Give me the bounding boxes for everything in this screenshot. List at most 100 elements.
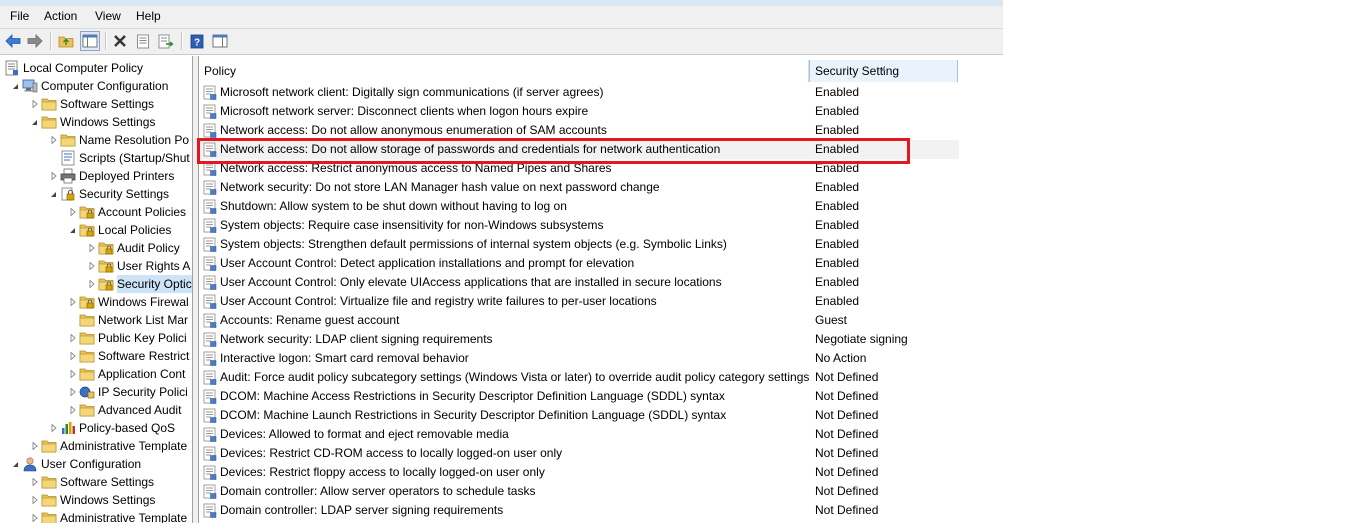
tree-item[interactable]: User Rights A (0, 257, 192, 275)
collapsed-arrow-icon[interactable] (68, 293, 77, 311)
tree-item[interactable]: Security Optic (0, 275, 192, 293)
policy-row[interactable]: Shutdown: Allow system to be shut down w… (199, 197, 959, 216)
policy-row[interactable]: Devices: Allowed to format and eject rem… (199, 425, 959, 444)
policy-row[interactable]: User Account Control: Only elevate UIAcc… (199, 273, 959, 292)
tree-item[interactable]: Local Computer Policy (0, 59, 192, 77)
tree-item[interactable]: Administrative Template (0, 509, 192, 523)
policy-row[interactable]: Devices: Restrict floppy access to local… (199, 463, 959, 482)
folder-icon (41, 438, 57, 454)
collapsed-arrow-icon[interactable] (30, 491, 39, 509)
tree-item[interactable]: Deployed Printers (0, 167, 192, 185)
tree-item-label: User Configuration (41, 457, 142, 471)
tree-item[interactable]: Windows Settings (0, 113, 192, 131)
delete-icon[interactable] (111, 32, 129, 50)
column-header-security-setting[interactable]: ▲ Security Setting (809, 60, 958, 82)
policy-row[interactable]: Interactive logon: Smart card removal be… (199, 349, 959, 368)
menu-view[interactable]: View (93, 9, 123, 23)
folder-icon (41, 492, 57, 508)
policy-row[interactable]: DCOM: Machine Access Restrictions in Sec… (199, 387, 959, 406)
tree-item[interactable]: Computer Configuration (0, 77, 192, 95)
toolbar-separator (50, 32, 52, 50)
collapsed-arrow-icon[interactable] (49, 167, 58, 185)
policy-row[interactable]: Microsoft network client: Digitally sign… (199, 83, 959, 102)
menu-help[interactable]: Help (134, 9, 163, 23)
expanded-arrow-icon[interactable] (11, 77, 20, 95)
properties-icon[interactable] (134, 32, 152, 50)
forward-arrow-icon[interactable] (26, 32, 44, 50)
tree-item[interactable]: Windows Settings (0, 491, 192, 509)
collapsed-arrow-icon[interactable] (68, 365, 77, 383)
back-arrow-icon[interactable] (4, 32, 22, 50)
expanded-arrow-icon[interactable] (11, 455, 20, 473)
tree-item[interactable]: User Configuration (0, 455, 192, 473)
security-setting-value: Enabled (815, 85, 860, 99)
up-folder-icon[interactable] (57, 32, 75, 50)
tree-item[interactable]: Name Resolution Po (0, 131, 192, 149)
tree-item[interactable]: Scripts (Startup/Shut (0, 149, 192, 167)
policy-row[interactable]: Domain controller: LDAP server signing r… (199, 501, 959, 520)
collapsed-arrow-icon[interactable] (87, 239, 96, 257)
tree-item[interactable]: Audit Policy (0, 239, 192, 257)
tree-item[interactable]: Advanced Audit (0, 401, 192, 419)
collapsed-arrow-icon[interactable] (30, 437, 39, 455)
policy-row[interactable]: User Account Control: Detect application… (199, 254, 959, 273)
tree-item[interactable]: IP Security Polici (0, 383, 192, 401)
policy-row[interactable]: DCOM: Machine Launch Restrictions in Sec… (199, 406, 959, 425)
show-hide-tree-icon[interactable] (80, 31, 100, 51)
policy-row[interactable]: Network access: Do not allow anonymous e… (199, 121, 959, 140)
tree-item[interactable]: Software Settings (0, 473, 192, 491)
tree-item[interactable]: Local Policies (0, 221, 192, 239)
policy-row[interactable]: Audit: Force audit policy subcategory se… (199, 368, 959, 387)
policy-row[interactable]: Network access: Restrict anonymous acces… (199, 159, 959, 178)
column-header-policy[interactable]: Policy (199, 60, 809, 82)
collapsed-arrow-icon[interactable] (30, 509, 39, 523)
policy-row[interactable]: Network security: Do not store LAN Manag… (199, 178, 959, 197)
collapsed-arrow-icon[interactable] (87, 257, 96, 275)
tree-item[interactable]: Administrative Template (0, 437, 192, 455)
tree-item[interactable]: Windows Firewal (0, 293, 192, 311)
collapsed-arrow-icon[interactable] (49, 131, 58, 149)
collapsed-arrow-icon[interactable] (49, 419, 58, 437)
collapsed-arrow-icon[interactable] (68, 329, 77, 347)
collapsed-arrow-icon[interactable] (30, 95, 39, 113)
collapsed-arrow-icon[interactable] (68, 347, 77, 365)
security-folder-icon (98, 258, 114, 274)
collapsed-arrow-icon[interactable] (87, 275, 96, 293)
policy-row[interactable]: User Account Control: Virtualize file an… (199, 292, 959, 311)
policy-row[interactable]: Devices: Restrict CD-ROM access to local… (199, 444, 959, 463)
tree-item[interactable]: Software Restrict (0, 347, 192, 365)
tree-item[interactable]: Security Settings (0, 185, 192, 203)
collapsed-arrow-icon[interactable] (68, 383, 77, 401)
collapsed-arrow-icon[interactable] (30, 473, 39, 491)
menu-action[interactable]: Action (42, 9, 79, 23)
tree-item[interactable]: Network List Mar (0, 311, 192, 329)
export-list-icon[interactable] (157, 32, 175, 50)
policy-name: Shutdown: Allow system to be shut down w… (220, 199, 567, 213)
folder-icon (41, 114, 57, 130)
expanded-arrow-icon[interactable] (30, 113, 39, 131)
policy-row[interactable]: System objects: Require case insensitivi… (199, 216, 959, 235)
security-setting-value: Enabled (815, 199, 860, 213)
tree-item[interactable]: Account Policies (0, 203, 192, 221)
collapsed-arrow-icon[interactable] (68, 401, 77, 419)
expanded-arrow-icon[interactable] (68, 221, 77, 239)
tree-item[interactable]: Policy-based QoS (0, 419, 192, 437)
show-action-pane-icon[interactable] (211, 32, 229, 50)
help-icon[interactable]: ? (188, 32, 206, 50)
policy-name: Devices: Restrict CD-ROM access to local… (220, 446, 563, 460)
policy-name: Network security: Do not store LAN Manag… (220, 180, 660, 194)
security-setting-value: Not Defined (815, 370, 879, 384)
tree-item[interactable]: Public Key Polici (0, 329, 192, 347)
security-setting-value: No Action (815, 351, 867, 365)
policy-row[interactable]: Microsoft network server: Disconnect cli… (199, 102, 959, 121)
policy-row[interactable]: Domain controller: Allow server operator… (199, 482, 959, 501)
policy-row[interactable]: System objects: Strengthen default permi… (199, 235, 959, 254)
tree-item[interactable]: Software Settings (0, 95, 192, 113)
tree-item[interactable]: Application Cont (0, 365, 192, 383)
expanded-arrow-icon[interactable] (49, 185, 58, 203)
policy-row[interactable]: Network access: Do not allow storage of … (199, 140, 959, 159)
policy-row[interactable]: Accounts: Rename guest account Guest (199, 311, 959, 330)
collapsed-arrow-icon[interactable] (68, 203, 77, 221)
menu-file[interactable]: File (8, 9, 31, 23)
policy-row[interactable]: Network security: LDAP client signing re… (199, 330, 959, 349)
